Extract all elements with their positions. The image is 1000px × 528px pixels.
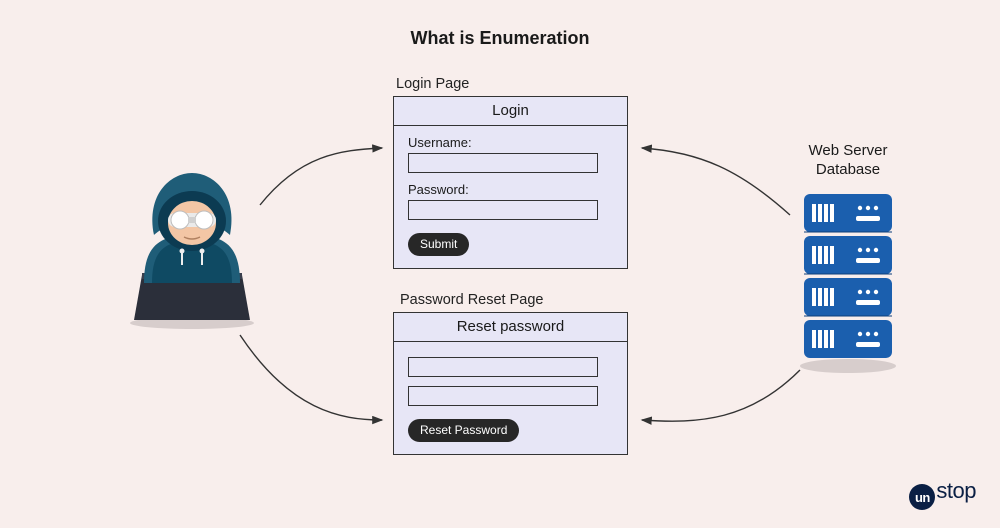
diagram-title: What is Enumeration: [0, 28, 1000, 49]
reset-header: Reset password: [394, 313, 627, 342]
login-panel: Login Username: Password: Submit: [393, 96, 628, 269]
username-input[interactable]: [408, 153, 598, 173]
brand-circle: un: [909, 484, 935, 510]
username-label: Username:: [408, 135, 613, 150]
login-panel-label: Login Page: [396, 76, 469, 92]
password-label: Password:: [408, 182, 613, 197]
reset-field-2[interactable]: [408, 386, 598, 406]
login-header: Login: [394, 97, 627, 126]
server-label: Web Server Database: [788, 142, 908, 180]
brand-rest: stop: [936, 478, 976, 503]
reset-field-1[interactable]: [408, 357, 598, 377]
reset-panel-label: Password Reset Page: [400, 292, 543, 308]
hacker-icon: [120, 165, 265, 335]
password-input[interactable]: [408, 200, 598, 220]
reset-password-button[interactable]: Reset Password: [408, 419, 519, 442]
server-rack-icon: [800, 190, 900, 380]
submit-button[interactable]: Submit: [408, 233, 469, 256]
reset-panel: Reset password Reset Password: [393, 312, 628, 455]
brand-logo: unstop: [909, 478, 976, 511]
